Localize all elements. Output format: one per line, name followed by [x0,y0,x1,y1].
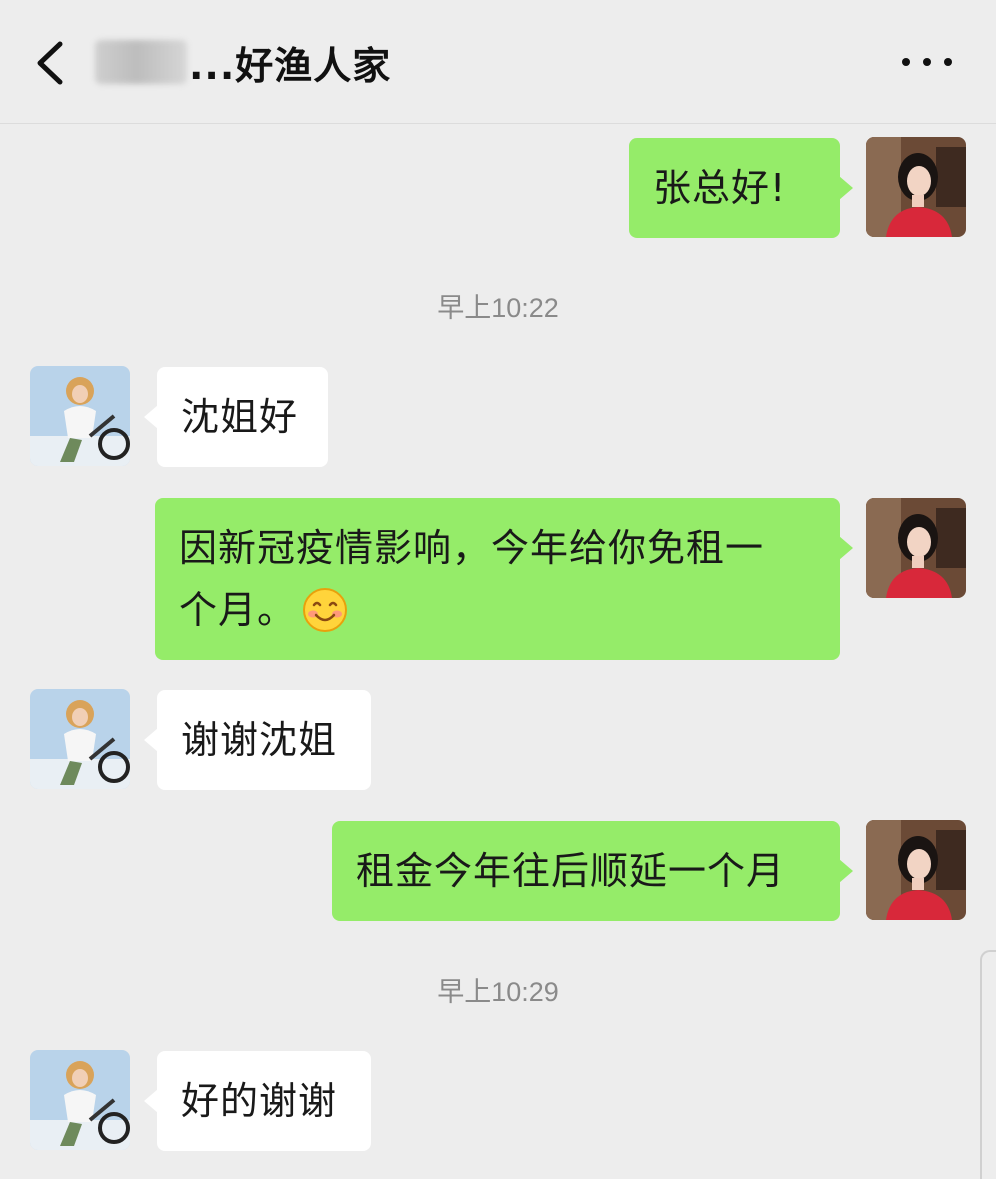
message-text: 好的谢谢 [181,1079,338,1123]
blurred-name [95,40,187,84]
scroll-edge [980,950,996,1179]
chat-title-text: ...好渔人家 [189,43,392,88]
woman-on-bicycle-avatar [30,689,130,789]
more-options-button[interactable] [902,44,952,80]
message-text: 谢谢沈姐 [181,718,338,762]
woman-on-bicycle-avatar [30,366,130,466]
contact-avatar[interactable] [30,366,130,466]
contact-avatar[interactable] [30,689,130,789]
message-text: 张总好! [653,166,787,210]
my-avatar[interactable] [866,137,966,237]
woman-portrait-avatar [866,820,966,920]
smiling-face-icon [302,587,348,651]
my-avatar[interactable] [866,820,966,920]
timestamp: 早上10:22 [437,293,559,323]
more-dot [944,58,952,66]
chat-title: ...好渔人家 [95,30,391,94]
message-bubble-outgoing[interactable]: 因新冠疫情影响，今年给你免租一 个月。 [155,498,853,660]
message-bubble-outgoing[interactable]: 张总好! [629,138,853,238]
woman-portrait-avatar [866,498,966,598]
message-bubble-incoming[interactable]: 谢谢沈姐 [144,690,371,790]
back-button[interactable] [28,38,72,88]
message-text: 租金今年往后顺延一个月 [356,849,786,893]
message-text-line-2: 个月。 [179,579,816,651]
message-bubble-incoming[interactable]: 好的谢谢 [144,1051,371,1151]
chevron-left-icon [37,41,63,85]
woman-portrait-avatar [866,137,966,237]
message-bubble-incoming[interactable]: 沈姐好 [144,367,328,467]
message-text: 沈姐好 [181,395,299,439]
timestamp: 早上10:29 [437,977,559,1007]
more-dot [902,58,910,66]
message-bubble-outgoing[interactable]: 租金今年往后顺延一个月 [332,821,853,921]
message-text: 个月。 [179,588,297,632]
chat-header: ...好渔人家 [0,0,996,124]
more-dot [923,58,931,66]
woman-on-bicycle-avatar [30,1050,130,1150]
message-text-line-1: 因新冠疫情影响，今年给你免租一 [179,526,765,570]
contact-avatar[interactable] [30,1050,130,1150]
my-avatar[interactable] [866,498,966,598]
